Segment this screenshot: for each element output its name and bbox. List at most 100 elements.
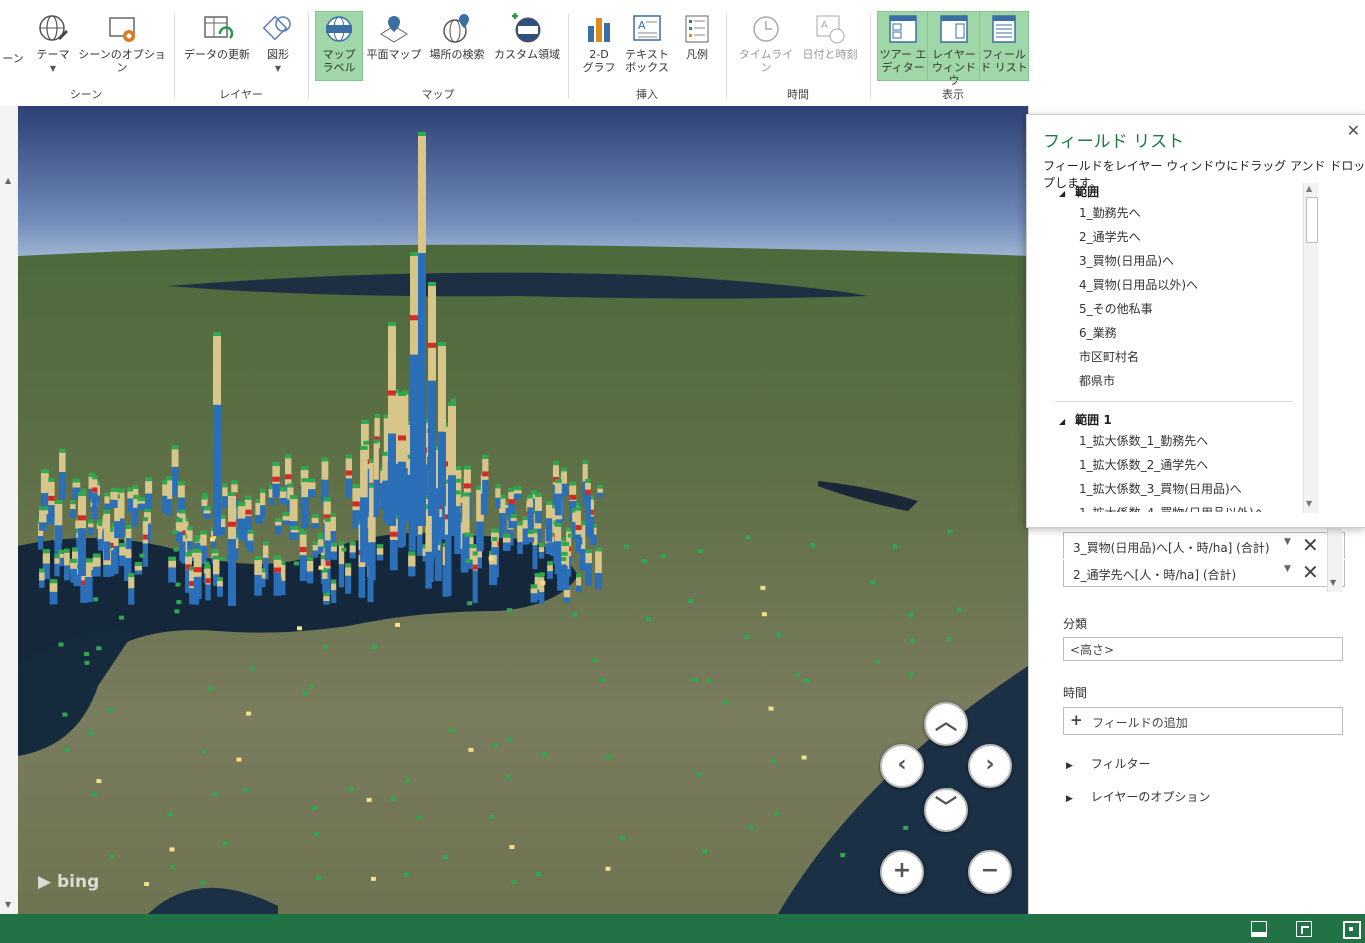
- category-field-well[interactable]: <高さ>: [1063, 637, 1343, 661]
- date-time-button[interactable]: A 日付と時刻: [798, 12, 862, 61]
- scrollbar-thumb[interactable]: [1306, 197, 1318, 243]
- shapes-button[interactable]: 図形 ▼: [256, 12, 300, 75]
- new-scene-button[interactable]: ーン: [2, 52, 24, 65]
- map-marker: [768, 706, 774, 711]
- field-item[interactable]: 3_買物(日用品)へ: [1079, 252, 1174, 269]
- layer-options-expander[interactable]: ▶ レイヤーのオプション: [1066, 788, 1210, 805]
- map-bar-segment: [495, 497, 501, 509]
- map-bar-cap: [374, 413, 380, 418]
- field-item[interactable]: 都県市: [1079, 372, 1115, 389]
- remove-field-icon[interactable]: ✕: [1302, 560, 1319, 584]
- zoom-in-button[interactable]: +: [880, 850, 924, 894]
- map-bar-segment: [260, 492, 266, 506]
- theme-button[interactable]: テーマ ▼: [32, 12, 74, 75]
- filter-expander[interactable]: ▶ フィルター: [1066, 755, 1151, 772]
- tour-editor-button[interactable]: ツアー エディター: [877, 11, 929, 81]
- field-item[interactable]: 5_その他私事: [1079, 300, 1153, 317]
- timeline-button[interactable]: タイムライン: [734, 12, 798, 74]
- text-box-button[interactable]: A テキスト ボックス: [624, 12, 670, 74]
- remove-field-icon[interactable]: ✕: [1302, 533, 1319, 557]
- map-bar-cap: [278, 487, 287, 492]
- refresh-data-button[interactable]: データの更新: [180, 12, 254, 61]
- chart-2d-button[interactable]: 2-D グラフ: [578, 12, 620, 74]
- map-bar-cap: [462, 492, 470, 497]
- left-scroll-strip[interactable]: ▲ ▼: [0, 106, 19, 914]
- pan-right-button[interactable]: ›: [968, 744, 1012, 788]
- map-bar-segment: [595, 551, 602, 574]
- map-view[interactable]: ▶ bing ︿ ‹ › ﹀ + −: [18, 106, 1028, 914]
- map-bar-cap: [373, 439, 379, 444]
- field-item[interactable]: 1_勤務先へ: [1079, 204, 1141, 221]
- height-field-item[interactable]: 3_買物(日用品)へ[人・時/ha] (合計) ▼ ✕: [1063, 532, 1345, 559]
- dropdown-arrow-icon[interactable]: ▼: [1284, 537, 1291, 547]
- field-list-button[interactable]: フィールド リスト: [979, 11, 1029, 81]
- zoom-out-button[interactable]: −: [968, 850, 1012, 894]
- map-marker: [840, 853, 846, 858]
- map-bar-cap: [201, 495, 208, 500]
- map-bar-segment: [532, 545, 538, 570]
- field-well-scrollbar[interactable]: ▼: [1327, 526, 1342, 592]
- find-location-button[interactable]: 場所の検索: [424, 12, 490, 61]
- field-item[interactable]: 4_買物(日用品以外)へ: [1079, 276, 1198, 293]
- map-labels-button[interactable]: マップ ラベル: [315, 11, 363, 81]
- field-item[interactable]: 1_拡大係数_1_勤務先へ: [1079, 432, 1208, 449]
- map-bar-segment: [345, 470, 353, 476]
- scroll-down-icon[interactable]: ▼: [1330, 578, 1336, 587]
- map-bar-segment: [308, 482, 316, 490]
- map-bar-segment: [200, 534, 207, 546]
- field-list-scrollbar[interactable]: ▲ ▼: [1303, 183, 1318, 513]
- map-bar-cap: [70, 500, 76, 505]
- map-canvas[interactable]: [18, 106, 1028, 914]
- scene-options-button[interactable]: シーンのオプション: [76, 12, 168, 74]
- range-header[interactable]: ◢ 範囲: [1059, 183, 1099, 200]
- map-bar-segment: [42, 553, 50, 564]
- map-bar-segment: [585, 489, 591, 495]
- fullscreen-icon[interactable]: [1343, 921, 1361, 939]
- map-bar-cap: [300, 466, 309, 471]
- pan-left-button[interactable]: ‹: [880, 744, 924, 788]
- field-item[interactable]: 6_業務: [1079, 324, 1117, 341]
- close-icon[interactable]: ✕: [1347, 121, 1360, 140]
- tour-view-icon[interactable]: [1251, 921, 1267, 937]
- plus-icon: +: [892, 858, 912, 883]
- map-marker: [366, 797, 372, 802]
- map-bar-segment: [595, 573, 602, 590]
- pan-up-button[interactable]: ︿: [924, 702, 968, 746]
- map-bar-segment: [103, 541, 111, 561]
- map-bar-segment: [127, 491, 134, 499]
- map-bar-cap: [585, 549, 592, 554]
- map-bar-segment: [187, 541, 193, 550]
- scroll-up-icon[interactable]: ▲: [1306, 184, 1312, 193]
- select-mode-icon[interactable]: [1296, 921, 1312, 937]
- scroll-down-icon[interactable]: ▼: [1306, 499, 1312, 508]
- pan-down-button[interactable]: ﹀: [924, 788, 968, 832]
- map-bar-cap: [561, 467, 568, 472]
- range-header[interactable]: ◢ 範囲 1: [1059, 411, 1112, 428]
- map-marker: [507, 608, 513, 613]
- map-bar-cap: [566, 527, 572, 532]
- add-time-field-button[interactable]: + フィールドの追加: [1063, 707, 1343, 735]
- map-bar-segment: [217, 586, 223, 597]
- flat-map-button[interactable]: 平面マップ: [366, 12, 422, 61]
- layer-pane-button[interactable]: レイヤー ウィンドウ: [927, 11, 981, 87]
- dropdown-arrow-icon[interactable]: ▼: [1284, 564, 1291, 574]
- map-bar-segment: [472, 570, 478, 603]
- map-marker: [804, 678, 810, 683]
- field-item[interactable]: 1_拡大係数_4_買物(日用品以外)へ: [1079, 504, 1266, 512]
- map-bar-segment: [563, 597, 571, 603]
- map-marker: [298, 528, 304, 533]
- field-item[interactable]: 市区町村名: [1079, 348, 1139, 365]
- height-field-item[interactable]: 2_通学先へ[人・時/ha] (合計) ▼ ✕: [1063, 560, 1345, 587]
- map-bar-cap: [128, 573, 135, 578]
- map-marker: [88, 730, 94, 735]
- map-bar-cap: [244, 495, 252, 500]
- map-bar-cap: [306, 556, 314, 561]
- map-bar-cap: [145, 477, 153, 482]
- custom-regions-button[interactable]: カスタム領域: [492, 12, 562, 61]
- field-item[interactable]: 2_通学先へ: [1079, 228, 1141, 245]
- scroll-down-icon[interactable]: ▼: [5, 900, 11, 909]
- legend-button[interactable]: 凡例: [674, 12, 720, 61]
- scroll-up-icon[interactable]: ▲: [5, 176, 11, 185]
- field-item[interactable]: 1_拡大係数_2_通学先へ: [1079, 456, 1208, 473]
- field-item[interactable]: 1_拡大係数_3_買物(日用品)へ: [1079, 480, 1242, 497]
